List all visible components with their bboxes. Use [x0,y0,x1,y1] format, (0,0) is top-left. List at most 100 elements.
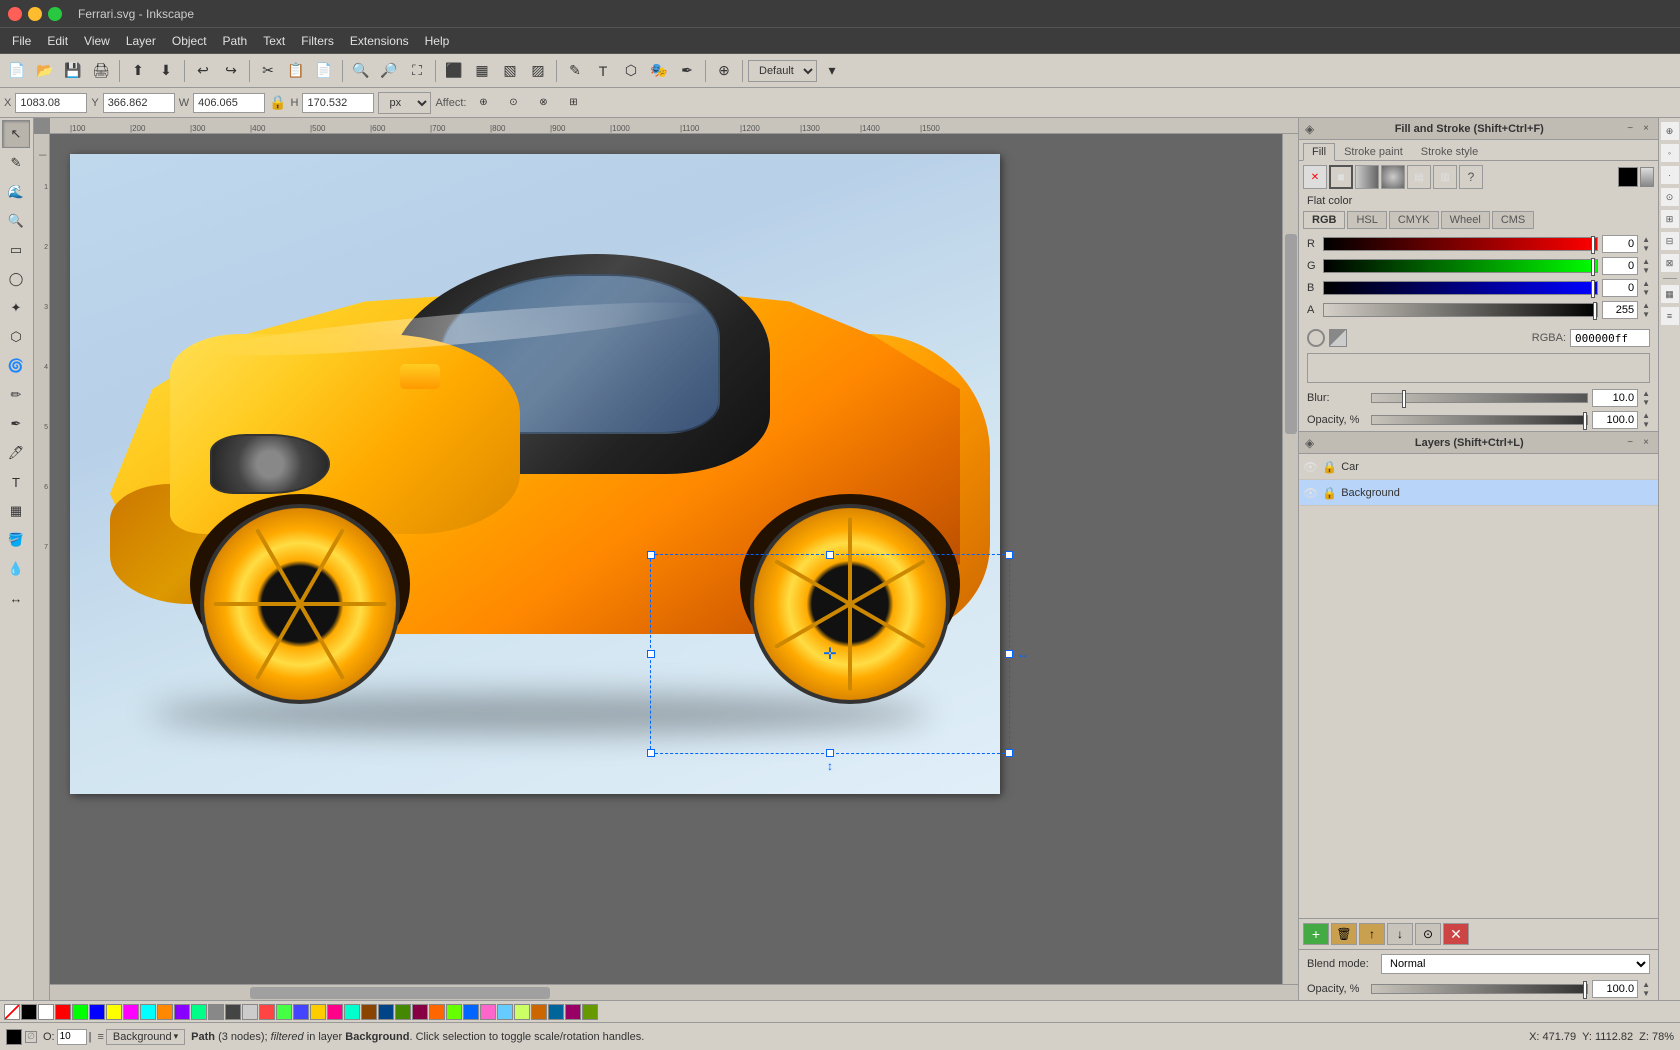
snap-grid-btn[interactable]: ⊟ [1661,232,1679,250]
clone-button[interactable]: ⬡ [618,58,644,84]
grid-btn[interactable]: ▦ [1661,285,1679,303]
h-input[interactable] [302,93,374,113]
3d-tool-btn[interactable]: ⬡ [2,323,30,351]
opacity-down[interactable]: ▼ [1642,420,1650,429]
redo-button[interactable]: ↪ [218,58,244,84]
spray-button[interactable]: ✒ [674,58,700,84]
g-slider[interactable] [1323,259,1598,273]
unit-select[interactable]: px mm cm in [378,92,431,114]
layers-close-btn[interactable]: × [1640,437,1652,448]
color-pink[interactable] [327,1004,343,1020]
blur-slider[interactable] [1371,393,1588,403]
g-down[interactable]: ▼ [1642,266,1650,275]
b-thumb[interactable] [1591,280,1595,298]
color-hotpink[interactable] [480,1004,496,1020]
b-slider[interactable] [1323,281,1598,295]
color-white[interactable] [38,1004,54,1020]
affect-btn-1[interactable]: ⊕ [470,90,496,116]
tab-fill[interactable]: Fill [1303,143,1335,161]
b-value[interactable] [1602,279,1638,297]
bg-eye-icon[interactable]: 👁 [1303,486,1318,500]
affect-btn-4[interactable]: ⊞ [560,90,586,116]
copy-button[interactable]: 📋 [283,58,309,84]
color-lightgray[interactable] [242,1004,258,1020]
horizontal-scrollbar[interactable] [50,984,1298,1000]
open-button[interactable]: 📂 [32,58,58,84]
g-value[interactable] [1602,257,1638,275]
layer-background[interactable]: 👁 🔒 Background [1299,480,1658,506]
ellipse-tool-btn[interactable]: ◯ [2,265,30,293]
mask-button[interactable]: 🎭 [646,58,672,84]
rgba-hex-input[interactable] [1570,329,1650,347]
rect-tool-btn[interactable]: ▭ [2,236,30,264]
color-sienna[interactable] [531,1004,547,1020]
panel-close-btn[interactable]: × [1640,123,1652,134]
color-red[interactable] [55,1004,71,1020]
car-lock-icon[interactable]: 🔒 [1322,460,1337,474]
snap-center-btn[interactable]: ⊙ [1661,188,1679,206]
zoom-tool-btn[interactable]: 🔍 [2,207,30,235]
color-lightblue[interactable] [293,1004,309,1020]
tab-hsl[interactable]: HSL [1347,211,1386,229]
color-orange[interactable] [157,1004,173,1020]
color-mint[interactable] [191,1004,207,1020]
blur-down[interactable]: ▼ [1642,398,1650,407]
blur-value[interactable] [1592,389,1638,407]
pen-tool-btn[interactable]: ✒ [2,410,30,438]
fill-indicator[interactable] [6,1029,22,1045]
color-lightred[interactable] [259,1004,275,1020]
layer-opacity-slider[interactable] [1371,984,1588,994]
color-olive[interactable] [395,1004,411,1020]
opacity-up[interactable]: ▲ [1642,411,1650,420]
b-up[interactable]: ▲ [1642,279,1650,288]
h-scrollbar-thumb[interactable] [250,987,550,999]
layer-duplicate-btn[interactable]: ⊙ [1415,923,1441,945]
tab-wheel[interactable]: Wheel [1441,211,1490,229]
no-color-swatch[interactable] [4,1004,20,1020]
close-button[interactable] [8,7,22,21]
g-thumb[interactable] [1591,258,1595,276]
color-lightgreen[interactable] [276,1004,292,1020]
color-green[interactable] [72,1004,88,1020]
tab-rgb[interactable]: RGB [1303,211,1345,229]
color-lime[interactable] [446,1004,462,1020]
x-input[interactable] [15,93,87,113]
layer-raise-btn[interactable]: ↑ [1359,923,1385,945]
layer-add-btn[interactable]: + [1303,923,1329,945]
a-up[interactable]: ▲ [1642,301,1650,310]
zoom-dropdown[interactable]: Default 25% 50% 75% 100% [748,60,817,82]
color-darkorange[interactable] [429,1004,445,1020]
fill-none-btn[interactable]: ✕ [1303,165,1327,189]
node-button[interactable]: ✎ [562,58,588,84]
menu-text[interactable]: Text [255,31,293,51]
tab-stroke-style[interactable]: Stroke style [1412,143,1487,160]
pencil-tool-btn[interactable]: ✏ [2,381,30,409]
layers-minimize-btn[interactable]: − [1624,437,1636,448]
a-slider[interactable] [1323,303,1598,317]
canvas-viewport[interactable]: ✛ ↔ ↕ [50,134,1298,984]
minimize-button[interactable] [28,7,42,21]
r-down[interactable]: ▼ [1642,244,1650,253]
bg-lock-icon[interactable]: 🔒 [1322,486,1337,500]
snap-mid-btn[interactable]: · [1661,166,1679,184]
color-wheel-btn[interactable] [1329,329,1347,347]
menu-help[interactable]: Help [417,31,458,51]
canvas-area[interactable]: |100 |200 |300 |400 |500 |600 |700 |800 … [34,118,1298,1000]
maximize-button[interactable] [48,7,62,21]
color-yellow[interactable] [106,1004,122,1020]
color-avocado[interactable] [582,1004,598,1020]
menu-filters[interactable]: Filters [293,31,342,51]
color-gold[interactable] [310,1004,326,1020]
fill-swatch-btn[interactable]: ▥ [1433,165,1457,189]
handle-mr[interactable] [1005,650,1013,658]
r-thumb[interactable] [1591,236,1595,254]
color-turquoise[interactable] [344,1004,360,1020]
text-tool-btn[interactable]: T [2,468,30,496]
menu-path[interactable]: Path [215,31,256,51]
color-blue[interactable] [89,1004,105,1020]
menu-edit[interactable]: Edit [39,31,76,51]
handle-tr[interactable] [1005,551,1013,559]
undo-button[interactable]: ↩ [190,58,216,84]
canvas-document[interactable] [70,154,1000,794]
window-controls[interactable] [8,7,62,21]
